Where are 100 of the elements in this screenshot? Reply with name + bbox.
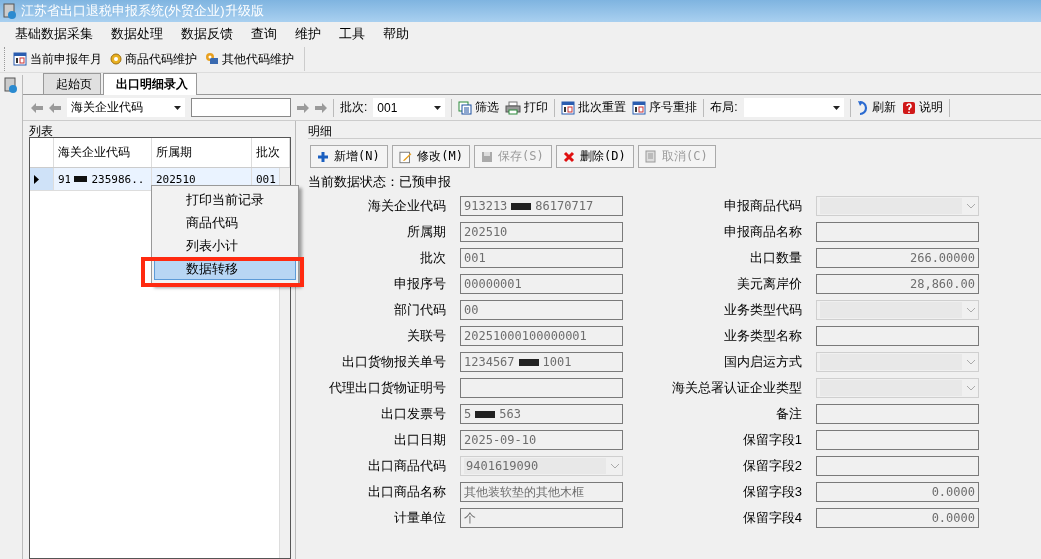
menu-item[interactable]: 工具 <box>330 25 374 43</box>
dropdown-field[interactable]: 9401619090 <box>460 456 623 476</box>
arrow-right-icon[interactable] <box>297 102 309 113</box>
column-header[interactable]: 批次 <box>252 138 290 167</box>
menu-item[interactable]: 查询 <box>242 25 286 43</box>
menu-item[interactable]: 列表小计 <box>154 236 296 257</box>
arrow-left-icon[interactable] <box>31 102 43 113</box>
field-label: 海关总署认证企业类型 <box>671 379 803 397</box>
dropdown-field[interactable] <box>816 300 979 320</box>
dropdown-field[interactable] <box>816 352 979 372</box>
input-field[interactable]: 28,860.00 <box>816 274 979 294</box>
tab[interactable]: 出口明细录入 <box>103 73 197 95</box>
field-label: 保留字段4 <box>741 509 803 527</box>
refresh-icon <box>856 99 869 116</box>
navigation-icon[interactable] <box>4 77 18 93</box>
column-header[interactable]: 所属期 <box>152 138 252 167</box>
input-field[interactable]: 001 <box>460 248 623 268</box>
field-value: 0.0000 <box>931 511 975 525</box>
menu-item[interactable]: 数据转移 <box>154 259 296 280</box>
input-field[interactable]: 其他装软垫的其他木框 <box>460 482 623 502</box>
chevron-icon[interactable] <box>966 307 976 313</box>
input-field[interactable]: 个 <box>460 508 623 528</box>
field-value: 001 <box>464 251 486 265</box>
toolbar-button[interactable]: 刷新 <box>856 99 896 116</box>
layout-label: 布局: <box>710 99 738 116</box>
input-field[interactable]: 5 563 <box>460 404 623 424</box>
redaction-mark <box>74 176 88 182</box>
input-field[interactable] <box>816 326 979 346</box>
field-label: 美元离岸价 <box>736 275 803 293</box>
chevron-icon[interactable] <box>966 203 976 209</box>
caret-icon[interactable] <box>174 105 181 110</box>
input-field[interactable]: 00 <box>460 300 623 320</box>
help-icon <box>901 100 916 115</box>
table-cell: 91 <box>58 172 71 186</box>
menu-item[interactable]: 帮助 <box>374 25 418 43</box>
input-field[interactable]: 1234567 1001 <box>460 352 623 372</box>
input-field[interactable]: 20251000100000001 <box>460 326 623 346</box>
toolbar-button[interactable]: 当前申报年月 <box>13 50 102 68</box>
toolbar-button[interactable]: 商品代码维护 <box>110 50 197 68</box>
field-label: 批次 <box>419 249 447 267</box>
dropdown-field[interactable] <box>816 378 979 398</box>
input-field[interactable] <box>816 222 979 242</box>
arrow-left-icon[interactable] <box>49 102 61 113</box>
input-field[interactable]: 913213 86170717 <box>460 196 623 216</box>
action-button[interactable]: 删除(D) <box>556 145 634 168</box>
input-field[interactable] <box>460 378 623 398</box>
menu-item[interactable]: 数据反馈 <box>172 25 242 43</box>
filter-dropdown[interactable]: 海关企业代码 <box>67 98 185 117</box>
input-field[interactable]: 0.0000 <box>816 508 979 528</box>
field-label: 备注 <box>775 405 803 423</box>
toolbar-button[interactable]: 批次重置 <box>561 99 627 116</box>
field-label: 出口商品名称 <box>367 483 447 501</box>
arrow-right-icon[interactable] <box>315 102 327 113</box>
table-cell: 202510 <box>156 172 196 186</box>
toolbar-button[interactable]: 说明 <box>901 99 943 116</box>
action-button[interactable]: 修改(M) <box>392 145 470 168</box>
redaction-mark <box>518 358 539 366</box>
caret-icon[interactable] <box>832 105 840 110</box>
field-label: 保留字段2 <box>741 457 803 475</box>
field-label: 国内启运方式 <box>723 353 803 371</box>
dropdown-field[interactable] <box>816 196 979 216</box>
chevron-icon[interactable] <box>966 385 976 391</box>
menu-item[interactable]: 维护 <box>286 25 330 43</box>
input-field[interactable]: 202510 <box>460 222 623 242</box>
input-field[interactable] <box>816 456 979 476</box>
input-field[interactable] <box>816 404 979 424</box>
toolbar-button[interactable]: 序号重排 <box>632 99 698 116</box>
field-label: 业务类型名称 <box>723 327 803 345</box>
search-field[interactable] <box>191 98 291 117</box>
batch-dropdown[interactable]: 001 <box>373 98 446 117</box>
chevron-icon[interactable] <box>610 463 620 469</box>
field-value: 00 <box>464 303 479 317</box>
toolbar-button[interactable]: 打印 <box>505 99 549 116</box>
input-field[interactable] <box>816 430 979 450</box>
tab[interactable]: 起始页 <box>43 73 101 94</box>
menu-item[interactable]: 商品代码 <box>154 213 296 234</box>
menu-item[interactable]: 打印当前记录 <box>154 190 296 211</box>
column-header[interactable]: 海关企业代码 <box>54 138 152 167</box>
chevron-icon[interactable] <box>966 359 976 365</box>
toolbar-button[interactable]: 其他代码维护 <box>205 50 294 68</box>
input-field[interactable]: 0.0000 <box>816 482 979 502</box>
action-button[interactable]: 新增(N) <box>310 145 388 168</box>
input-field[interactable]: 00000001 <box>460 274 623 294</box>
toolbar-button[interactable]: 筛选 <box>458 99 500 116</box>
table-cell: 235986... <box>91 172 147 186</box>
row-pointer-icon <box>34 174 39 184</box>
field-value: 28,860.00 <box>909 277 975 291</box>
gear-icon <box>110 53 122 65</box>
edit-icon <box>399 149 413 164</box>
input-field[interactable]: 2025-09-10 <box>460 430 623 450</box>
field-value: 个 <box>464 509 476 527</box>
caret-icon[interactable] <box>434 105 442 110</box>
menu-item[interactable]: 基础数据采集 <box>6 25 102 43</box>
field-label: 出口日期 <box>393 431 447 449</box>
field-label: 申报商品名称 <box>723 223 803 241</box>
menu-item[interactable]: 数据处理 <box>102 25 172 43</box>
field-label: 计量单位 <box>393 509 447 527</box>
group-title: 列表 <box>29 124 53 138</box>
field-value: 0.0000 <box>931 485 975 499</box>
input-field[interactable]: 266.00000 <box>816 248 979 268</box>
